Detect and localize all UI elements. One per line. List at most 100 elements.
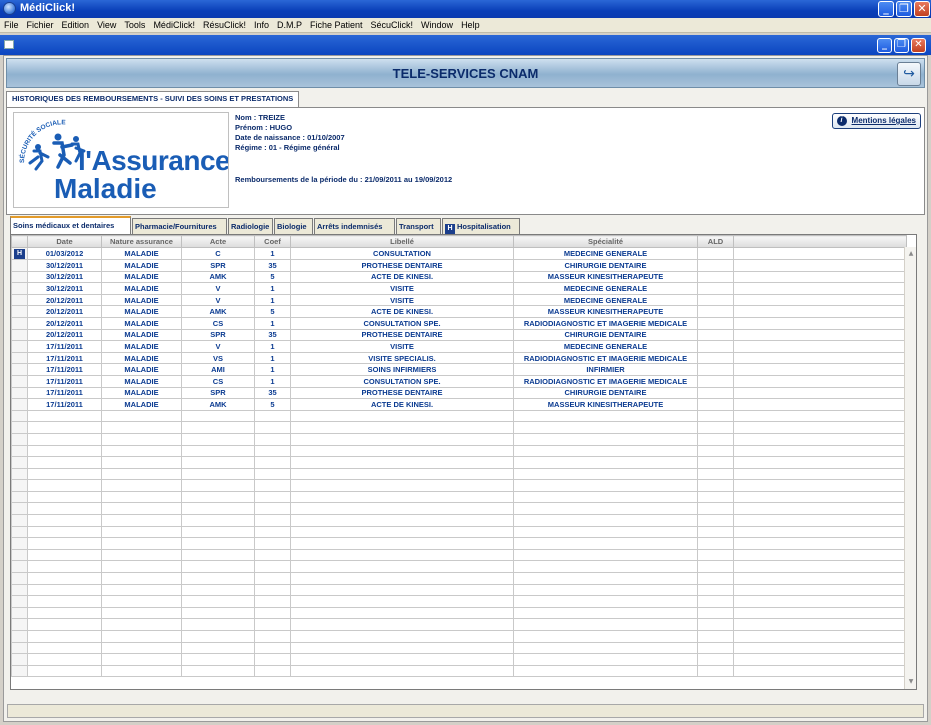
cell-libelle [290,409,514,423]
menu-info[interactable]: Info [250,18,273,30]
empty-row[interactable] [11,432,907,446]
cell-date [27,444,102,458]
menu-fichier[interactable]: Fichier [23,18,58,30]
child-minimize-button[interactable]: _ [877,38,892,53]
menu-secuclick[interactable]: SécuClick! [367,18,418,30]
col-specialite[interactable]: Spécialité [513,235,698,248]
scroll-down-icon[interactable]: ▼ [906,677,916,687]
table-row[interactable]: 17/11/2011 MALADIE VS 1 VISITE SPECIALIS. RAD… [11,351,907,365]
minimize-button[interactable]: _ [878,1,894,17]
close-button[interactable]: ✕ [914,1,930,17]
cell-libelle [290,537,514,550]
col-date[interactable]: Date [27,235,102,248]
empty-row[interactable] [11,444,907,458]
cell-date: 17/11/2011 [27,386,102,400]
table-row[interactable]: 30/12/2011 MALADIE SPR 35 PROTHESE DENTAIRE C… [11,259,907,272]
cell-acte [181,572,255,585]
menu-dmp[interactable]: D.M.P [273,18,306,30]
empty-row[interactable] [11,583,907,597]
row-marker [11,502,28,516]
menu-view[interactable]: View [93,18,120,30]
cell-coef [254,525,291,539]
table-row[interactable]: 17/11/2011 MALADIE AMI 1 SOINS INFIRMIERS INF… [11,363,907,376]
tab-biologie[interactable]: Biologie [274,218,313,234]
exit-arrow-icon[interactable]: ↪ [897,62,921,86]
vertical-scrollbar[interactable]: ▲ ▼ [904,247,916,689]
table-row[interactable]: 20/12/2011 MALADIE SPR 35 PROTHESE DENTAIRE C… [11,328,907,342]
table-row[interactable]: 30/12/2011 MALADIE V 1 VISITE MEDECINE GENERA… [11,282,907,295]
empty-row[interactable] [11,572,907,585]
cell-libelle: VISITE [290,282,514,295]
empty-row[interactable] [11,548,907,562]
empty-row[interactable] [11,525,907,539]
mentions-legales-button[interactable]: i Mentions légales [831,113,921,129]
cell-ald [697,305,734,318]
tab-arrets-indemnises[interactable]: Arrêts indemnisés [314,218,395,234]
empty-row[interactable] [11,653,907,666]
empty-row[interactable] [11,514,907,527]
menu-window[interactable]: Window [417,18,457,30]
cell-specialite [513,548,698,562]
table-row[interactable]: 17/11/2011 MALADIE CS 1 CONSULTATION SPE. RAD… [11,374,907,388]
empty-row[interactable] [11,641,907,655]
empty-row[interactable] [11,630,907,643]
restore-button[interactable]: ❐ [896,1,912,17]
cell-coef: 1 [254,293,291,307]
col-ald[interactable]: ALD [697,235,734,248]
empty-row[interactable] [11,490,907,504]
empty-row[interactable] [11,606,907,620]
cell-filler [733,653,907,666]
child-close-button[interactable]: ✕ [911,38,926,53]
table-row[interactable]: 30/12/2011 MALADIE AMK 5 ACTE DE KINESI. MASS… [11,270,907,284]
cell-specialite [513,421,698,434]
cell-acte [181,525,255,539]
table-row[interactable]: 20/12/2011 MALADIE CS 1 CONSULTATION SPE. RAD… [11,316,907,330]
menu-help[interactable]: Help [457,18,484,30]
empty-row[interactable] [11,618,907,631]
empty-row[interactable] [11,421,907,434]
menu-fiche-patient[interactable]: Fiche Patient [306,18,367,30]
col-nature-assurance[interactable]: Nature assurance [101,235,182,248]
header-banner: TELE-SERVICES CNAM ↪ [6,58,925,88]
empty-row[interactable] [11,409,907,423]
tab-soins-medicaux[interactable]: Soins médicaux et dentaires [10,216,131,234]
table-row[interactable]: 17/11/2011 MALADIE V 1 VISITE MEDECINE GENERA… [11,340,907,353]
menu-file[interactable]: File [0,18,23,30]
cell-coef [254,595,291,608]
empty-row[interactable] [11,467,907,481]
col-acte[interactable]: Acte [181,235,255,248]
child-restore-button[interactable]: ❐ [894,38,909,53]
col-libelle[interactable]: Libellé [290,235,514,248]
cell-nature [101,606,182,620]
cell-ald [697,398,734,411]
cell-date [27,630,102,643]
cell-filler [733,583,907,597]
empty-row[interactable] [11,595,907,608]
table-row[interactable]: H 01/03/2012 MALADIE C 1 CONSULTATION MEDECINE… [11,247,907,260]
cell-ald [697,421,734,434]
table-row[interactable]: 17/11/2011 MALADIE AMK 5 ACTE DE KINESI. MASS… [11,398,907,411]
tab-historiques[interactable]: HISTORIQUES DES REMBOURSEMENTS - SUIVI D… [6,91,300,107]
empty-row[interactable] [11,664,907,678]
row-marker [11,618,28,631]
scroll-up-icon[interactable]: ▲ [906,249,916,259]
table-row[interactable]: 17/11/2011 MALADIE SPR 35 PROTHESE DENTAIRE C… [11,386,907,400]
empty-row[interactable] [11,456,907,469]
empty-row[interactable] [11,537,907,550]
table-row[interactable]: 20/12/2011 MALADIE V 1 VISITE MEDECINE GENERA… [11,293,907,307]
empty-row[interactable] [11,502,907,516]
tab-transport[interactable]: Transport [396,218,441,234]
cell-coef [254,653,291,666]
table-row[interactable]: 20/12/2011 MALADIE AMK 5 ACTE DE KINESI. MASS… [11,305,907,318]
empty-row[interactable] [11,560,907,574]
cell-date [27,560,102,574]
menu-edition[interactable]: Edition [58,18,94,30]
menu-mediclick[interactable]: MédiClick! [149,18,199,30]
menu-resuclick[interactable]: RésuClick! [199,18,250,30]
empty-row[interactable] [11,479,907,492]
menu-tools[interactable]: Tools [120,18,149,30]
tab-hospitalisation[interactable]: H Hospitalisation [442,218,520,234]
tab-pharmacie[interactable]: Pharmacie/Fournitures [132,218,227,234]
col-coef[interactable]: Coef [254,235,291,248]
tab-radiologie[interactable]: Radiologie [228,218,273,234]
